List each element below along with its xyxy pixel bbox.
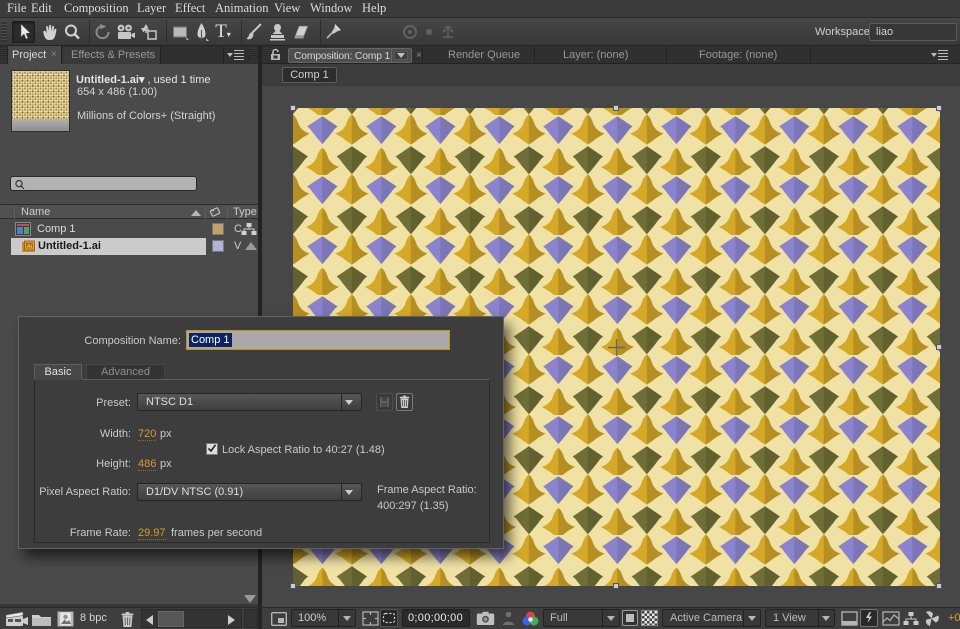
svg-text:Ai: Ai xyxy=(27,244,32,250)
